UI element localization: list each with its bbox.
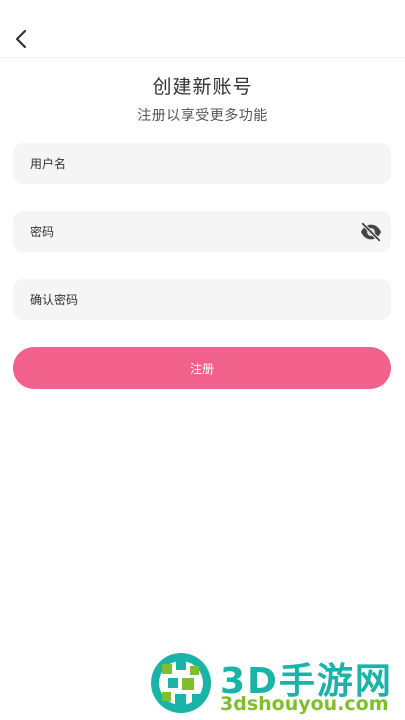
back-button[interactable] xyxy=(6,22,36,56)
watermark-logo-icon xyxy=(151,653,211,713)
password-input[interactable] xyxy=(13,211,351,252)
watermark-url: 3dshouyou.com xyxy=(220,693,389,715)
confirm-password-input[interactable] xyxy=(13,279,391,320)
chevron-left-icon xyxy=(15,29,27,49)
username-input[interactable] xyxy=(13,143,391,184)
password-visibility-toggle[interactable] xyxy=(351,211,391,252)
top-bar xyxy=(0,0,405,58)
username-field-container xyxy=(13,143,391,184)
confirm-password-field-container xyxy=(13,279,391,320)
eye-off-icon xyxy=(360,221,382,242)
register-screen: 创建新账号 注册以享受更多功能 注册 xyxy=(0,0,405,720)
register-button[interactable]: 注册 xyxy=(13,347,391,389)
page-subtitle: 注册以享受更多功能 xyxy=(137,108,268,124)
page-title: 创建新账号 xyxy=(152,76,253,98)
password-field-container xyxy=(13,211,391,252)
watermark: 3D手游网 3dshouyou.com xyxy=(148,650,405,720)
